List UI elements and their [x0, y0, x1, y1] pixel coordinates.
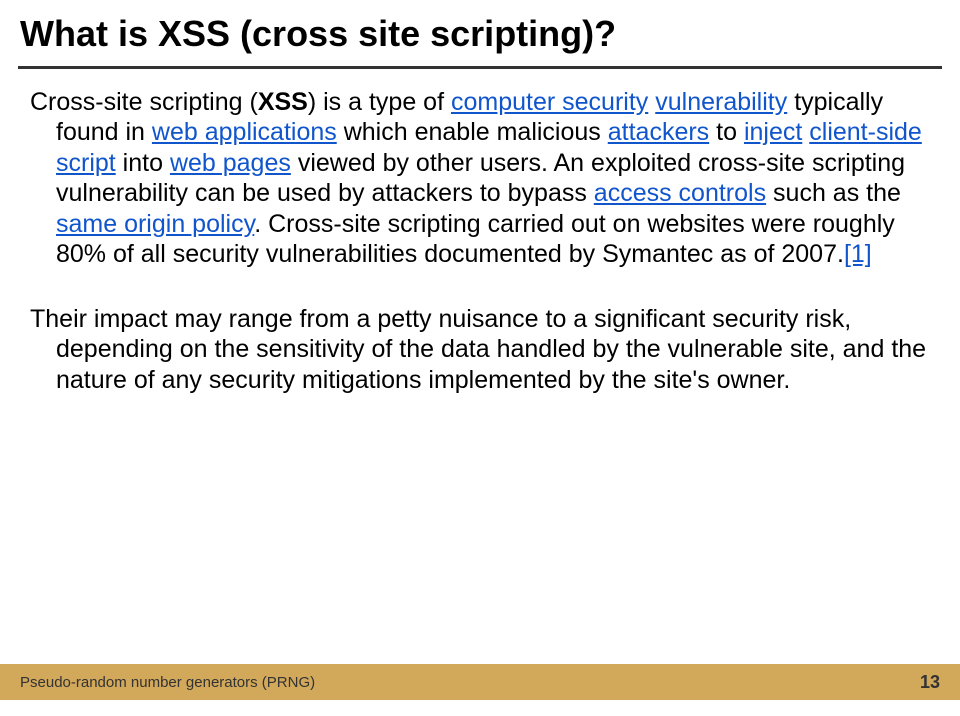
text: ) is a type of: [308, 88, 451, 116]
text: which enable malicious: [337, 118, 608, 146]
text: to: [709, 118, 744, 146]
text: such as the: [766, 179, 901, 207]
link-web-applications[interactable]: web applications: [152, 118, 337, 146]
link-inject[interactable]: inject: [744, 118, 802, 146]
link-vulnerability[interactable]: vulnerability: [655, 88, 787, 116]
link-access-controls[interactable]: access controls: [594, 179, 766, 207]
slide: What is XSS (cross site scripting)? Cros…: [0, 0, 960, 716]
title-bar: What is XSS (cross site scripting)?: [0, 0, 960, 62]
link-same-origin-policy[interactable]: same origin policy: [56, 210, 254, 238]
paragraph-1: Cross-site scripting (XSS) is a type of …: [30, 87, 930, 270]
slide-footer: Pseudo-random number generators (PRNG) 1…: [0, 664, 960, 700]
footer-topic: Pseudo-random number generators (PRNG): [20, 674, 315, 691]
paragraph-2: Their impact may range from a petty nuis…: [30, 304, 930, 396]
link-citation-1[interactable]: [1]: [844, 240, 872, 268]
footer-page-number: 13: [920, 672, 940, 693]
page-title: What is XSS (cross site scripting)?: [20, 14, 940, 54]
link-attackers[interactable]: attackers: [608, 118, 709, 146]
link-computer-security[interactable]: computer security: [451, 88, 648, 116]
text: into: [116, 149, 170, 177]
body-content: Cross-site scripting (XSS) is a type of …: [0, 69, 960, 396]
link-web-pages[interactable]: web pages: [170, 149, 291, 177]
text: Cross-site scripting (: [30, 88, 258, 116]
xss-abbrev: XSS: [258, 88, 308, 116]
